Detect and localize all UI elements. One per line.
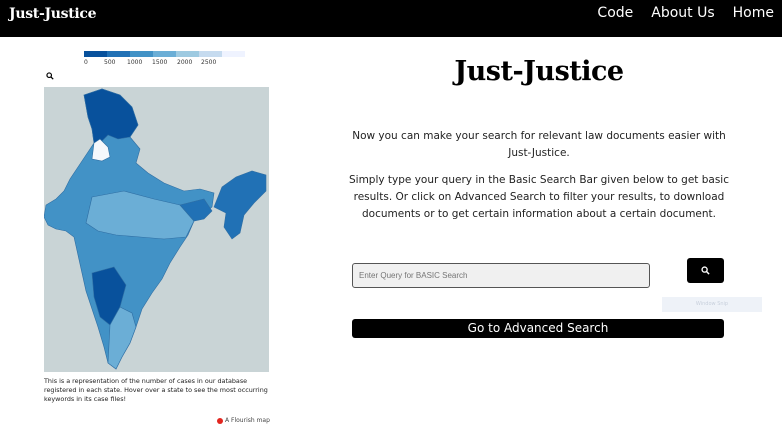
search-icon [701,266,710,275]
nav-link-about-us[interactable]: About Us [651,5,714,21]
legend-tick: 0 [84,59,88,66]
map-canvas [44,88,267,370]
nav-link-code[interactable]: Code [597,5,633,21]
instructions-text: Simply type your query in the Basic Sear… [348,174,729,220]
legend-swatch [130,51,153,57]
legend-swatch [176,51,199,57]
flourish-logo-icon [217,417,223,424]
india-choropleth-map[interactable] [44,87,269,372]
basic-search-button[interactable] [687,258,724,283]
legend-swatch [153,51,176,57]
advanced-search-button[interactable]: Go to Advanced Search [352,319,724,338]
map-region-north[interactable] [83,88,139,144]
legend-tick: 1500 [152,59,168,66]
top-navbar: Just-Justice Code About Us Home [0,0,782,37]
snip-hint: Window Snip [662,297,762,312]
basic-search-input[interactable] [352,263,650,288]
nav-link-home[interactable]: Home [733,5,774,21]
page-title: Just-Justice [454,56,624,87]
legend-tick: 1000 [127,59,143,66]
legend-tick: 2000 [177,59,193,66]
search-icon[interactable] [46,72,54,80]
map-legend: 0 500 1000 1500 2000 2500 [84,51,245,69]
legend-swatch [199,51,222,57]
map-region-northeast[interactable] [213,170,267,240]
nav-links: Code About Us Home [597,5,774,21]
intro-text: Now you can make your search for relevan… [352,130,726,159]
legend-color-scale [84,51,245,57]
legend-swatch [107,51,130,57]
legend-ticks: 0 500 1000 1500 2000 2500 [84,59,245,69]
legend-swatch [84,51,107,57]
flourish-credit-text: A Flourish map [225,417,270,424]
legend-tick: 2500 [201,59,217,66]
legend-tick: 500 [104,59,116,66]
legend-swatch [222,51,245,57]
flourish-credit[interactable]: A Flourish map [217,417,270,424]
brand-logo[interactable]: Just-Justice [9,6,97,22]
map-caption: This is a representation of the number o… [44,377,268,403]
